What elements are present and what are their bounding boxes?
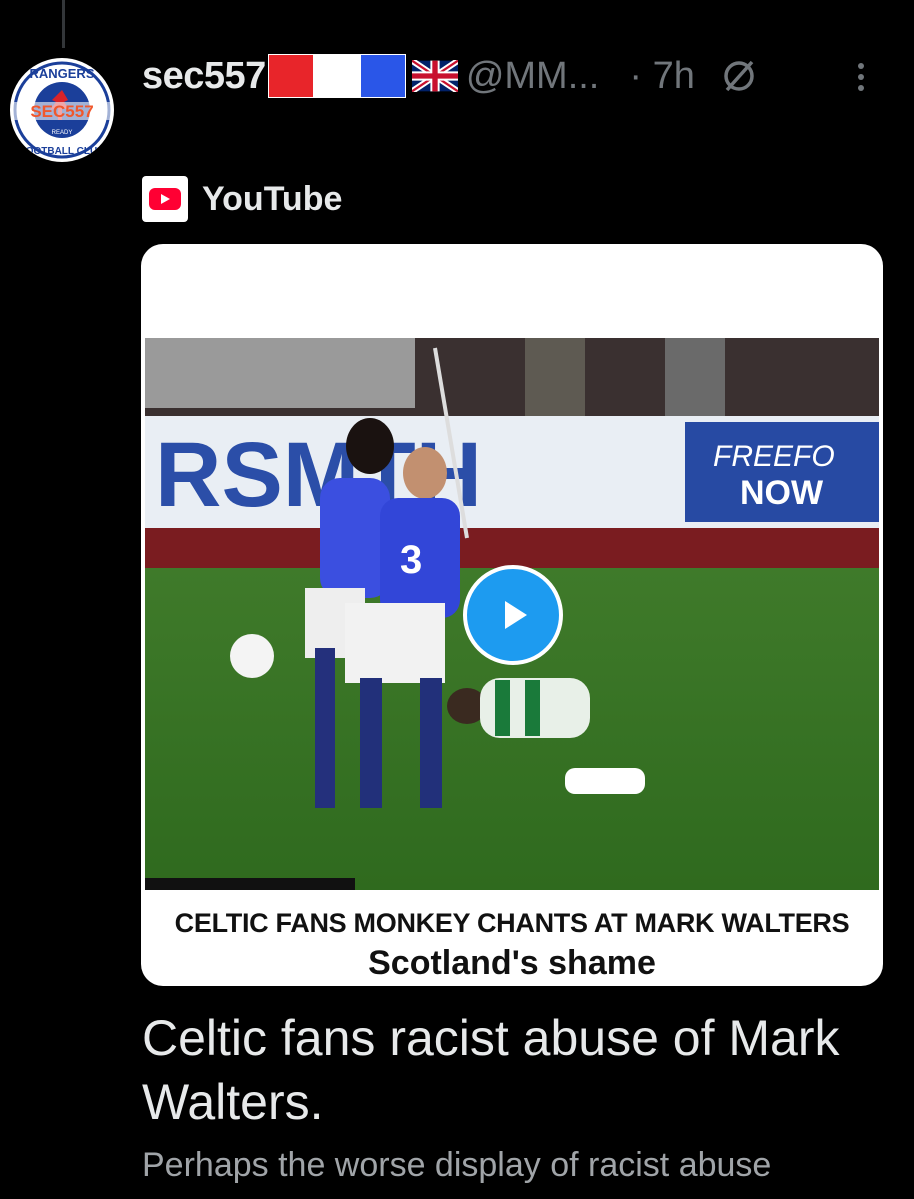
- flag-stripe-white: [313, 54, 360, 98]
- link-description: Perhaps the worse display of racist abus…: [142, 1146, 772, 1184]
- source-label: YouTube: [202, 179, 343, 218]
- avatar-text-small: READY: [52, 130, 73, 136]
- play-button[interactable]: [463, 565, 563, 665]
- rangers-crest-icon: RANGERS SEC557 READY FOOTBALL CLUB: [12, 60, 112, 160]
- post-time[interactable]: · 7h: [629, 55, 694, 98]
- player-number: 3: [400, 538, 422, 582]
- avatar[interactable]: RANGERS SEC557 READY FOOTBALL CLUB: [10, 58, 114, 162]
- video-caption-line2: Scotland's shame: [368, 944, 656, 982]
- flag-stripe-red: [267, 54, 314, 98]
- more-icon[interactable]: [846, 58, 876, 98]
- thread-line: [62, 0, 65, 48]
- display-name[interactable]: sec557: [142, 55, 266, 98]
- link-title[interactable]: Celtic fans racist abuse of Mark Walters…: [142, 1006, 882, 1134]
- play-icon: [505, 601, 527, 629]
- ad-board-right-text-2: NOW: [740, 474, 824, 512]
- flag-stripe-blue: [359, 54, 406, 98]
- user-handle[interactable]: @MM...: [466, 55, 600, 98]
- ad-board-right-text-1: FREEFO: [713, 440, 835, 473]
- tricolor-flag-emoji: [267, 54, 406, 98]
- grok-icon[interactable]: [721, 58, 757, 94]
- avatar-text-mid: SEC557: [30, 102, 93, 121]
- uk-flag-icon: [411, 60, 458, 92]
- avatar-text-top: RANGERS: [29, 66, 94, 81]
- avatar-text-bottom: FOOTBALL CLUB: [20, 146, 105, 157]
- youtube-icon: [142, 176, 188, 222]
- post-header: sec557 @MM... · 7h: [142, 52, 757, 100]
- video-caption-line1: CELTIC FANS MONKEY CHANTS AT MARK WALTER…: [174, 908, 850, 938]
- link-source[interactable]: YouTube: [142, 176, 342, 222]
